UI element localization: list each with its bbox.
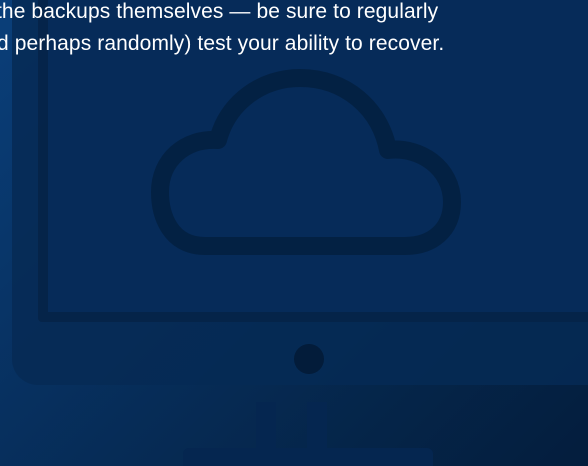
hero-banner: the backups themselves — be sure to regu… (0, 0, 588, 466)
hero-text: the backups themselves — be sure to regu… (0, 0, 588, 60)
computer-cloud-illustration (12, 0, 588, 466)
hero-text-line-1: the backups themselves — be sure to regu… (0, 0, 439, 23)
hero-text-line-2: d perhaps randomly) test your ability to… (0, 32, 445, 55)
